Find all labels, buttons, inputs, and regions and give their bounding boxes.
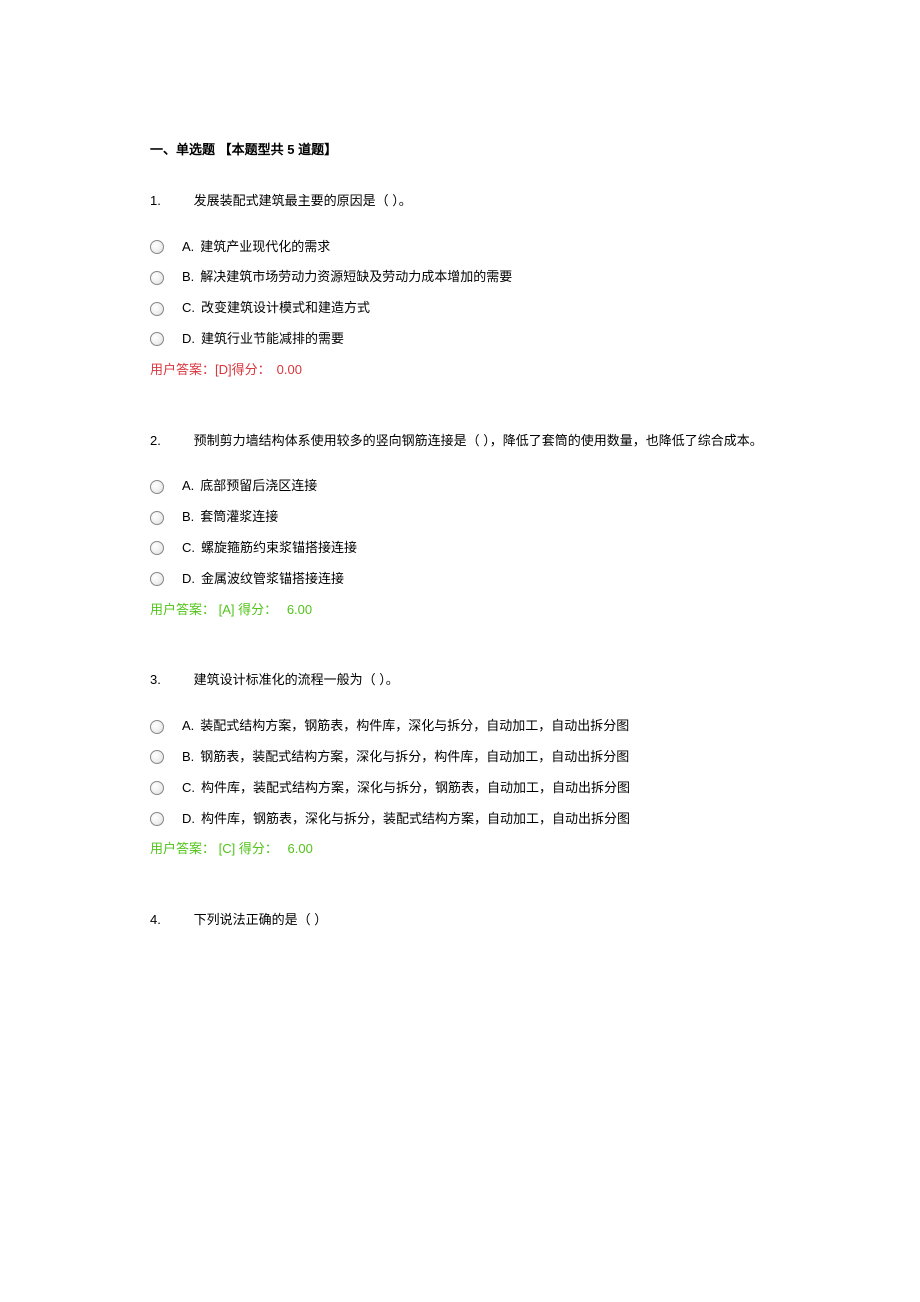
option-label: A. [182, 237, 194, 258]
option-label: D. [182, 329, 195, 350]
option-text: 螺旋箍筋约束浆锚搭接连接 [201, 538, 357, 559]
answer-code: [D] [215, 362, 232, 377]
radio-icon[interactable] [150, 240, 164, 254]
score-value: 6.00 [288, 841, 313, 856]
score-label: 得分： [239, 841, 278, 856]
user-answer-line: 用户答案： [A] 得分： 6.00 [150, 600, 770, 621]
option-label: C. [182, 778, 195, 799]
question-4: 4. 下列说法正确的是（ ） [150, 910, 770, 931]
question-text: 下列说法正确的是（ ） [194, 912, 328, 927]
radio-icon[interactable] [150, 572, 164, 586]
radio-icon[interactable] [150, 541, 164, 555]
question-number: 4. [150, 910, 190, 931]
radio-icon[interactable] [150, 511, 164, 525]
option-text: 改变建筑设计模式和建造方式 [201, 298, 370, 319]
question-stem: 2. 预制剪力墙结构体系使用较多的竖向钢筋连接是（ ），降低了套筒的使用数量，也… [150, 431, 770, 452]
question-2: 2. 预制剪力墙结构体系使用较多的竖向钢筋连接是（ ），降低了套筒的使用数量，也… [150, 431, 770, 621]
section-title: 一、单选题 【本题型共 5 道题】 [150, 140, 770, 161]
option-text: 建筑产业现代化的需求 [200, 237, 330, 258]
question-text: 发展装配式建筑最主要的原因是（ ）。 [194, 193, 412, 208]
answer-code: [A] [219, 602, 235, 617]
option-text: 底部预留后浇区连接 [200, 476, 317, 497]
option-label: A. [182, 716, 194, 737]
option-c[interactable]: C. 螺旋箍筋约束浆锚搭接连接 [150, 538, 770, 559]
option-d[interactable]: D. 建筑行业节能减排的需要 [150, 329, 770, 350]
radio-icon[interactable] [150, 750, 164, 764]
option-label: B. [182, 747, 194, 768]
option-a[interactable]: A. 建筑产业现代化的需求 [150, 237, 770, 258]
option-label: C. [182, 538, 195, 559]
option-label: B. [182, 507, 194, 528]
question-1: 1. 发展装配式建筑最主要的原因是（ ）。 A. 建筑产业现代化的需求 B. 解… [150, 191, 770, 381]
question-number: 3. [150, 670, 190, 691]
question-number: 2. [150, 431, 190, 452]
question-3: 3. 建筑设计标准化的流程一般为（ ）。 A. 装配式结构方案，钢筋表，构件库，… [150, 670, 770, 860]
radio-icon[interactable] [150, 302, 164, 316]
question-stem: 4. 下列说法正确的是（ ） [150, 910, 770, 931]
option-d[interactable]: D. 金属波纹管浆锚搭接连接 [150, 569, 770, 590]
user-answer-line: 用户答案： [C] 得分： 6.00 [150, 839, 770, 860]
user-answer-line: 用户答案：[D]得分： 0.00 [150, 360, 770, 381]
option-b[interactable]: B. 套筒灌浆连接 [150, 507, 770, 528]
option-text: 建筑行业节能减排的需要 [201, 329, 344, 350]
option-text: 套筒灌浆连接 [200, 507, 278, 528]
radio-icon[interactable] [150, 332, 164, 346]
score-label: 得分： [232, 362, 271, 377]
option-b[interactable]: B. 解决建筑市场劳动力资源短缺及劳动力成本增加的需要 [150, 267, 770, 288]
option-label: D. [182, 569, 195, 590]
option-text: 装配式结构方案，钢筋表，构件库，深化与拆分，自动加工，自动出拆分图 [200, 716, 629, 737]
radio-icon[interactable] [150, 271, 164, 285]
option-text: 构件库，钢筋表，深化与拆分，装配式结构方案，自动加工，自动出拆分图 [201, 809, 630, 830]
question-number: 1. [150, 191, 190, 212]
option-label: A. [182, 476, 194, 497]
option-d[interactable]: D. 构件库，钢筋表，深化与拆分，装配式结构方案，自动加工，自动出拆分图 [150, 809, 770, 830]
option-text: 金属波纹管浆锚搭接连接 [201, 569, 344, 590]
option-a[interactable]: A. 底部预留后浇区连接 [150, 476, 770, 497]
radio-icon[interactable] [150, 720, 164, 734]
option-a[interactable]: A. 装配式结构方案，钢筋表，构件库，深化与拆分，自动加工，自动出拆分图 [150, 716, 770, 737]
score-value: 6.00 [287, 602, 312, 617]
radio-icon[interactable] [150, 480, 164, 494]
score-value: 0.00 [277, 362, 302, 377]
radio-icon[interactable] [150, 781, 164, 795]
option-c[interactable]: C. 改变建筑设计模式和建造方式 [150, 298, 770, 319]
option-c[interactable]: C. 构件库，装配式结构方案，深化与拆分，钢筋表，自动加工，自动出拆分图 [150, 778, 770, 799]
answer-code: [C] [219, 841, 236, 856]
score-label: 得分： [238, 602, 277, 617]
option-text: 钢筋表，装配式结构方案，深化与拆分，构件库，自动加工，自动出拆分图 [200, 747, 629, 768]
question-text: 建筑设计标准化的流程一般为（ ）。 [194, 672, 399, 687]
radio-icon[interactable] [150, 812, 164, 826]
option-text: 解决建筑市场劳动力资源短缺及劳动力成本增加的需要 [200, 267, 512, 288]
answer-prefix: 用户答案： [150, 841, 215, 856]
option-label: C. [182, 298, 195, 319]
option-label: D. [182, 809, 195, 830]
option-text: 构件库，装配式结构方案，深化与拆分，钢筋表，自动加工，自动出拆分图 [201, 778, 630, 799]
question-stem: 3. 建筑设计标准化的流程一般为（ ）。 [150, 670, 770, 691]
answer-prefix: 用户答案： [150, 362, 215, 377]
question-text: 预制剪力墙结构体系使用较多的竖向钢筋连接是（ ），降低了套筒的使用数量，也降低了… [194, 433, 763, 448]
option-b[interactable]: B. 钢筋表，装配式结构方案，深化与拆分，构件库，自动加工，自动出拆分图 [150, 747, 770, 768]
question-stem: 1. 发展装配式建筑最主要的原因是（ ）。 [150, 191, 770, 212]
answer-prefix: 用户答案： [150, 602, 215, 617]
option-label: B. [182, 267, 194, 288]
